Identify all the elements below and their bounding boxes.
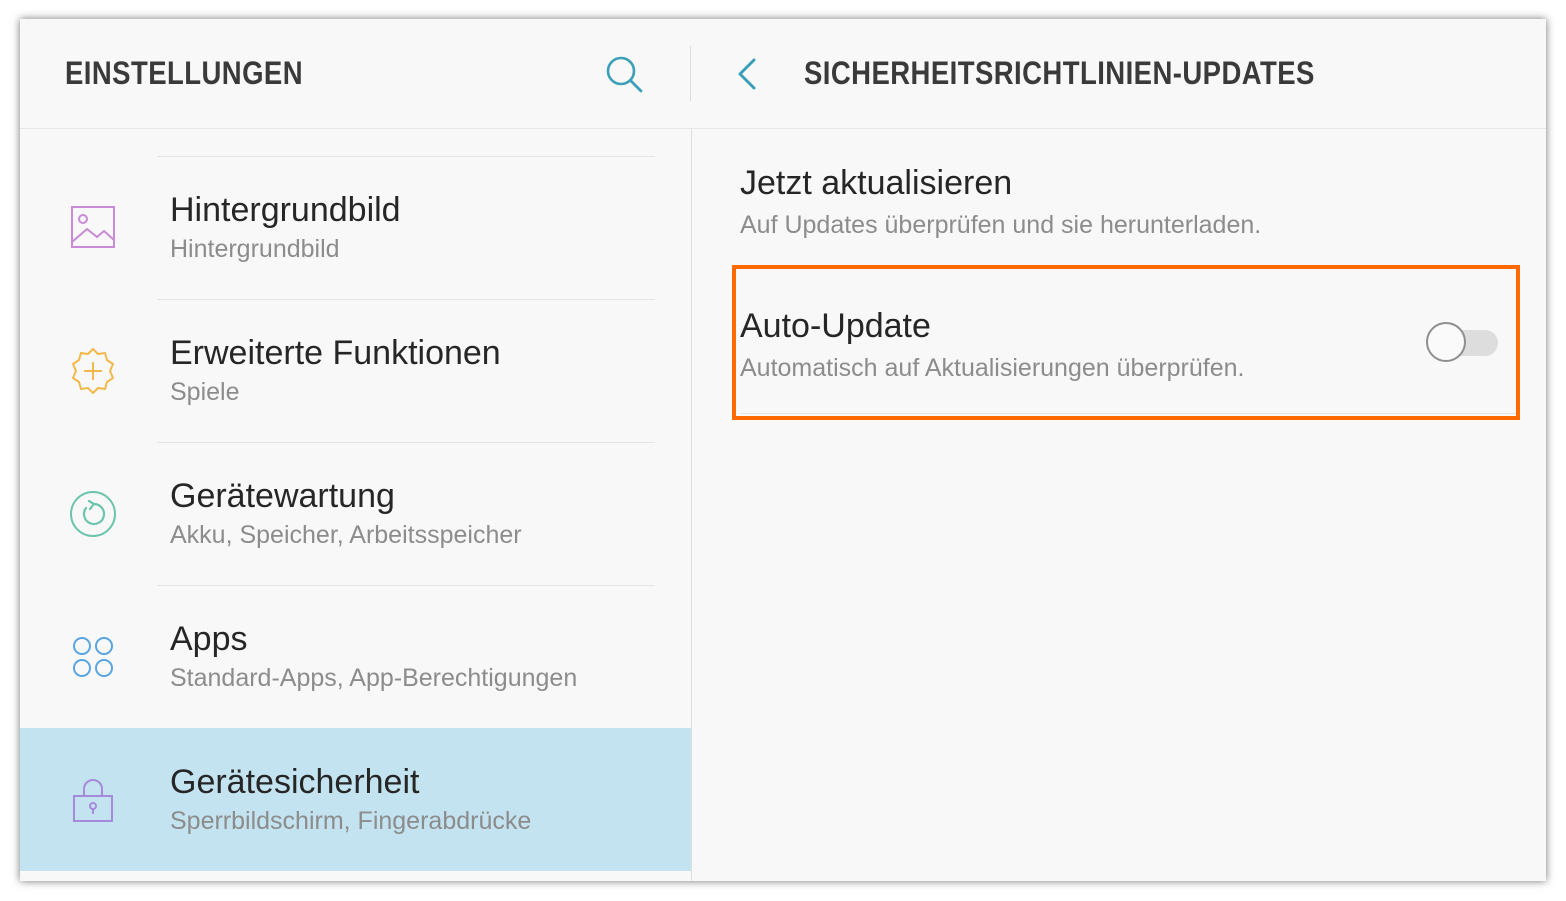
highlight-annotation bbox=[732, 265, 1520, 420]
sidebar-item-subtitle: Akku, Speicher, Arbeitsspeicher bbox=[170, 521, 522, 549]
item-divider bbox=[157, 585, 655, 586]
sidebar-item-subtitle: Hintergrundbild bbox=[170, 235, 340, 263]
search-icon bbox=[606, 56, 643, 93]
item-divider bbox=[157, 299, 655, 300]
setting-title: Jetzt aktualisieren bbox=[740, 164, 1013, 202]
search-button[interactable] bbox=[602, 52, 646, 96]
gear-plus-icon bbox=[67, 345, 119, 397]
sidebar-item-device-security[interactable]: Gerätesicherheit Sperrbildschirm, Finger… bbox=[20, 728, 691, 871]
setting-subtitle: Auf Updates überprüfen und sie herunterl… bbox=[740, 211, 1262, 239]
sidebar-item-title: Hintergrundbild bbox=[170, 191, 401, 229]
header-bar: EINSTELLUNGEN SICHERHEITSRICHTLINIEN-UPD… bbox=[20, 19, 1546, 129]
sidebar-item-wallpaper[interactable]: Hintergrundbild Hintergrundbild bbox=[20, 156, 691, 299]
sidebar-item-apps[interactable]: Apps Standard-Apps, App-Berechtigungen bbox=[20, 585, 691, 728]
sidebar-item-subtitle: Standard-Apps, App-Berechtigungen bbox=[170, 664, 578, 692]
settings-sidebar: Hintergrundbild Hintergrundbild Erweiter… bbox=[20, 129, 691, 881]
item-divider bbox=[157, 442, 655, 443]
sidebar-item-advanced-features[interactable]: Erweiterte Funktionen Spiele bbox=[20, 299, 691, 442]
chevron-left-icon bbox=[738, 58, 756, 90]
sidebar-item-title: Apps bbox=[170, 620, 248, 658]
page-title: SICHERHEITSRICHTLINIEN-UPDATES bbox=[804, 55, 1315, 91]
sidebar-item-title: Gerätewartung bbox=[170, 477, 395, 515]
sidebar-item-title: Erweiterte Funktionen bbox=[170, 334, 501, 372]
pane-divider bbox=[691, 129, 692, 881]
header-divider bbox=[690, 46, 691, 101]
sidebar-item-device-maintenance[interactable]: Gerätewartung Akku, Speicher, Arbeitsspe… bbox=[20, 442, 691, 585]
item-divider bbox=[157, 156, 655, 157]
wallpaper-icon bbox=[67, 202, 119, 254]
lock-icon bbox=[67, 774, 119, 826]
sidebar-item-title: Gerätesicherheit bbox=[170, 763, 420, 801]
apps-icon bbox=[67, 631, 119, 683]
settings-title: EINSTELLUNGEN bbox=[65, 55, 303, 91]
setting-update-now[interactable]: Jetzt aktualisieren Auf Updates überprüf… bbox=[740, 164, 1520, 240]
device-maintenance-icon bbox=[67, 488, 119, 540]
settings-window: EINSTELLUNGEN SICHERHEITSRICHTLINIEN-UPD… bbox=[20, 19, 1546, 881]
sidebar-item-subtitle: Sperrbildschirm, Fingerabdrücke bbox=[170, 807, 532, 835]
sidebar-item-subtitle: Spiele bbox=[170, 378, 240, 406]
back-button[interactable] bbox=[730, 52, 766, 96]
